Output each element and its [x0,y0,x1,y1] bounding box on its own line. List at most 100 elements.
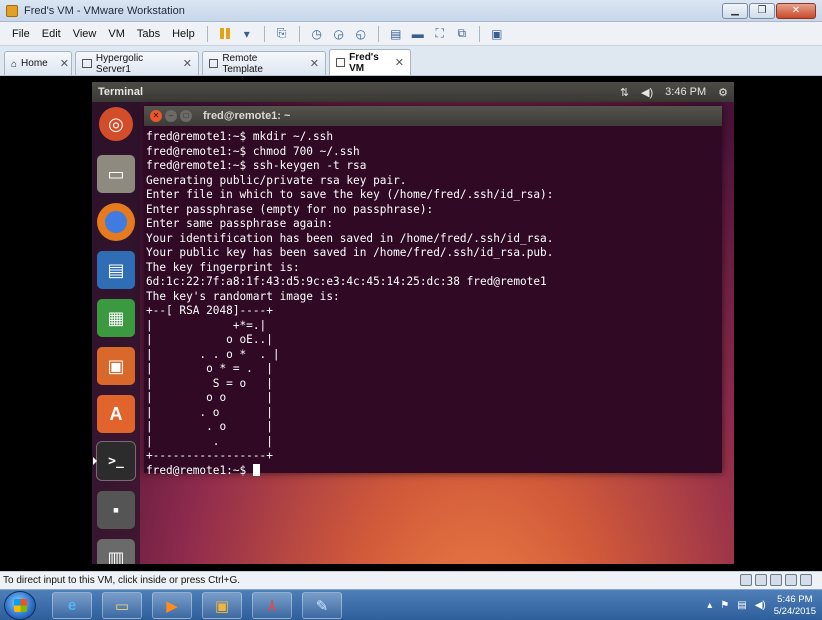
terminal-prompt: fred@remote1:~$ [146,463,253,477]
tab-freds-vm[interactable]: Fred's VM ✕ [329,49,411,75]
impress-icon[interactable]: ▣ [97,347,135,385]
send-ctrl-alt-del-icon[interactable]: ⎘ [271,25,293,43]
paint-icon[interactable]: ✎ [302,592,342,619]
unity-icon[interactable]: ⧉ [451,25,473,43]
ubuntu-desktop[interactable]: Terminal ⇅ ◀) 3:46 PM ⚙ ◎ ▭ ▤ ▦ ▣ A >_ ▪… [92,82,734,564]
vm-icon [209,59,219,68]
ubuntu-launcher: ◎ ▭ ▤ ▦ ▣ A >_ ▪ ▥ [92,102,140,564]
status-text: To direct input to this VM, click inside… [3,575,241,586]
ubuntu-dash-icon[interactable]: ◎ [99,107,133,141]
acrobat-icon[interactable]: ⅄ [252,592,292,619]
terminal-output[interactable]: fred@remote1:~$ mkdir ~/.ssh fred@remote1… [144,126,722,478]
tab-home[interactable]: ⌂ Home ✕ [4,51,72,75]
terminal-line: Generating public/private rsa key pair. [146,173,407,187]
writer-icon[interactable]: ▤ [97,251,135,289]
terminal-icon[interactable]: >_ [96,441,136,481]
network-tray-icon[interactable]: ▤ [737,600,746,611]
save-icon[interactable]: ▪ [97,491,135,529]
terminal-line: | . | [146,434,273,448]
tab-close-icon[interactable]: ✕ [60,57,69,70]
start-button[interactable] [4,591,36,620]
trash-icon[interactable]: ▥ [97,539,135,564]
toolbar-separator [377,25,379,42]
menu-view[interactable]: View [67,28,103,40]
volume-icon[interactable]: ◀) [641,86,653,99]
gear-icon[interactable]: ⚙ [718,86,728,99]
thumbnail-view-icon[interactable]: ▣ [486,25,508,43]
tab-remote-template[interactable]: Remote Template ✕ [202,51,326,75]
home-icon: ⌂ [11,58,18,70]
vm-tab-strip: ⌂ Home ✕ Hypergolic Server1 ✕ Remote Tem… [0,46,822,76]
fullscreen-icon[interactable]: ⛶ [429,25,451,43]
ubuntu-clock[interactable]: 3:46 PM [665,86,706,98]
vmware-status-bar: To direct input to this VM, click inside… [0,571,822,589]
message-log-icon[interactable] [800,574,812,586]
usb-icon[interactable] [785,574,797,586]
power-dropdown-icon[interactable]: ▾ [236,25,258,43]
menubar: File Edit View VM Tabs Help ▾ ⎘ ◷ ◶ ◵ ▤ … [0,22,822,46]
maximize-button[interactable]: ❐ [749,3,775,19]
volume-tray-icon[interactable]: ◀) [755,600,766,611]
terminal-line: fred@remote1:~$ ssh-keygen -t rsa [146,159,367,172]
software-center-icon[interactable]: A [97,395,135,433]
network-icon[interactable]: ⇅ [620,86,629,99]
menu-edit[interactable]: Edit [36,28,67,40]
snapshot-manager-icon[interactable]: ◵ [350,25,372,43]
terminal-minimize-button[interactable]: – [165,110,177,122]
vm-icon [336,58,346,67]
internet-explorer-icon[interactable]: e [52,592,92,619]
tab-label: Home [21,58,48,69]
active-app-name: Terminal [98,86,144,98]
terminal-window[interactable]: ✕ – □ fred@remote1: ~ fred@remote1:~$ mk… [144,106,722,477]
console-view-icon[interactable]: ▬ [407,25,429,43]
toolbar-separator [263,25,265,42]
terminal-line: | . . o * . | [146,347,280,361]
vmware-taskbar-icon[interactable]: ▣ [202,592,242,619]
terminal-line: | S = o | [146,376,273,390]
terminal-line: fred@remote1:~$ chmod 700 ~/.ssh [146,144,360,158]
minimize-button[interactable]: ▁ [722,3,748,19]
media-player-icon[interactable]: ▶ [152,592,192,619]
tab-hypergolic-server1[interactable]: Hypergolic Server1 ✕ [75,51,199,75]
toolbar-separator [206,25,208,42]
calc-icon[interactable]: ▦ [97,299,135,337]
terminal-line: Enter file in which to save the key (/ho… [146,188,554,201]
terminal-line: The key fingerprint is: [146,260,300,274]
tab-close-icon[interactable]: ✕ [395,56,404,69]
snapshot-icon[interactable]: ◷ [306,25,328,43]
terminal-line: Enter passphrase (empty for no passphras… [146,202,434,216]
firefox-icon[interactable] [97,203,135,241]
terminal-prompt-line[interactable]: fred@remote1:~$ [146,463,722,479]
tab-label: Hypergolic Server1 [95,52,144,75]
action-center-icon[interactable]: ⚑ [720,600,729,611]
tab-close-icon[interactable]: ✕ [310,57,319,70]
cd-drive-icon[interactable] [755,574,767,586]
menu-help[interactable]: Help [166,28,201,40]
menu-tabs[interactable]: Tabs [131,28,166,40]
windows-logo-icon [14,599,27,612]
close-button[interactable]: ✕ [776,3,816,19]
terminal-cursor [252,463,260,476]
terminal-close-button[interactable]: ✕ [150,110,162,122]
terminal-maximize-button[interactable]: □ [180,110,192,122]
terminal-line: | o oE..| [146,333,273,346]
file-explorer-icon[interactable]: ▭ [102,592,142,619]
terminal-line: fred@remote1:~$ mkdir ~/.ssh [146,130,334,143]
revert-snapshot-icon[interactable]: ◶ [328,25,350,43]
pause-button[interactable] [214,25,236,43]
menu-file[interactable]: File [6,28,36,40]
files-icon[interactable]: ▭ [97,155,135,193]
tab-close-icon[interactable]: ✕ [183,57,192,70]
library-view-icon[interactable]: ▤ [385,25,407,43]
ubuntu-top-panel: Terminal ⇅ ◀) 3:46 PM ⚙ [92,82,734,102]
clock-date: 5/24/2015 [773,605,816,617]
menu-vm[interactable]: VM [102,28,131,40]
network-adapter-icon[interactable] [770,574,782,586]
toolbar-separator [478,25,480,42]
vm-icon [82,59,92,68]
show-hidden-icons[interactable]: ▴ [707,600,712,611]
vmware-app-icon [6,4,18,17]
hard-disk-icon[interactable] [740,574,752,586]
system-clock[interactable]: 5:46 PM 5/24/2015 [774,594,816,618]
vm-display-area[interactable]: Terminal ⇅ ◀) 3:46 PM ⚙ ◎ ▭ ▤ ▦ ▣ A >_ ▪… [0,77,822,565]
